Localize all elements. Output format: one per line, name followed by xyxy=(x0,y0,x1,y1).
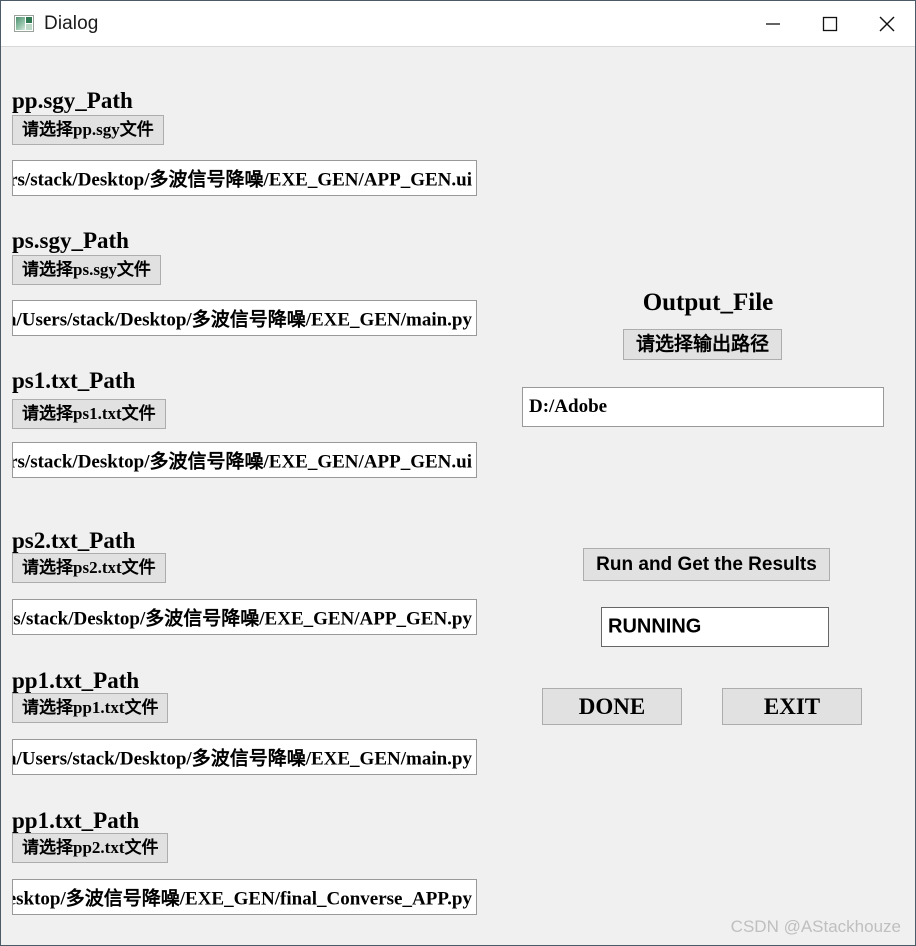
pp1-txt-path-value: ata/Users/stack/Desktop/多波信号降噪/EXE_GEN/m… xyxy=(12,748,472,770)
ps1-txt-path-field[interactable]: sers/stack/Desktop/多波信号降噪/EXE_GEN/APP_GE… xyxy=(12,442,477,478)
run-and-get-results-button[interactable]: Run and Get the Results xyxy=(583,548,830,581)
done-button[interactable]: DONE xyxy=(542,688,682,725)
exit-button[interactable]: EXIT xyxy=(722,688,862,725)
maximize-icon xyxy=(822,16,837,31)
choose-pp2-txt-button[interactable]: 请选择pp2.txt文件 xyxy=(12,833,169,863)
choose-ps1-txt-button[interactable]: 请选择ps1.txt文件 xyxy=(12,399,166,429)
close-button[interactable] xyxy=(858,1,915,46)
ps-sgy-path-value: ata/Users/stack/Desktop/多波信号降噪/EXE_GEN/m… xyxy=(12,309,472,331)
ps2-txt-path-value: ers/stack/Desktop/多波信号降噪/EXE_GEN/APP_GEN… xyxy=(12,608,472,630)
choose-ps2-txt-button[interactable]: 请选择ps2.txt文件 xyxy=(12,553,166,583)
app-window-icon xyxy=(14,15,34,32)
ps1-txt-path-value: sers/stack/Desktop/多波信号降噪/EXE_GEN/APP_GE… xyxy=(12,451,472,473)
choose-ps-sgy-button[interactable]: 请选择ps.sgy文件 xyxy=(12,255,161,285)
close-icon xyxy=(879,16,894,31)
choose-pp1-txt-button[interactable]: 请选择pp1.txt文件 xyxy=(12,693,169,723)
ps2-txt-path-field[interactable]: ers/stack/Desktop/多波信号降噪/EXE_GEN/APP_GEN… xyxy=(12,599,477,635)
choose-output-path-button[interactable]: 请选择输出路径 xyxy=(623,329,782,360)
output-path-field[interactable]: D:/Adobe xyxy=(522,387,884,427)
maximize-button[interactable] xyxy=(801,1,858,46)
pp2-txt-path-field[interactable]: Desktop/多波信号降噪/EXE_GEN/final_Converse_AP… xyxy=(12,879,477,915)
dialog-window: Dialog pp.sgy_Path 请选择pp.sgy文件 sers/stac… xyxy=(0,0,916,946)
group-label-pp2-txt: pp1.txt_Path xyxy=(12,808,140,833)
choose-pp-sgy-button[interactable]: 请选择pp.sgy文件 xyxy=(12,115,164,145)
status-value: RUNNING xyxy=(608,615,702,638)
group-label-ps-sgy: ps.sgy_Path xyxy=(12,228,129,253)
pp1-txt-path-field[interactable]: ata/Users/stack/Desktop/多波信号降噪/EXE_GEN/m… xyxy=(12,739,477,775)
file-inputs-panel: pp.sgy_Path 请选择pp.sgy文件 sers/stack/Deskt… xyxy=(1,47,501,945)
minimize-button[interactable] xyxy=(744,1,801,46)
output-and-actions-panel: Output_File 请选择输出路径 D:/Adobe Run and Get… xyxy=(501,47,915,945)
title-bar: Dialog xyxy=(1,1,915,47)
output-path-value: D:/Adobe xyxy=(529,396,608,417)
group-label-ps2-txt: ps2.txt_Path xyxy=(12,528,136,553)
window-controls xyxy=(744,1,915,46)
pp2-txt-path-value: Desktop/多波信号降噪/EXE_GEN/final_Converse_AP… xyxy=(12,888,472,910)
ps-sgy-path-field[interactable]: ata/Users/stack/Desktop/多波信号降噪/EXE_GEN/m… xyxy=(12,300,477,336)
csdn-watermark: CSDN @AStackhouze xyxy=(730,917,901,936)
status-field[interactable]: RUNNING xyxy=(601,607,829,647)
minimize-icon xyxy=(765,22,780,25)
group-label-ps1-txt: ps1.txt_Path xyxy=(12,368,136,393)
pp-sgy-path-field[interactable]: sers/stack/Desktop/多波信号降噪/EXE_GEN/APP_GE… xyxy=(12,160,477,196)
window-title: Dialog xyxy=(44,12,99,34)
output-file-title: Output_File xyxy=(642,289,774,316)
group-label-pp1-txt: pp1.txt_Path xyxy=(12,668,140,693)
group-label-pp-sgy: pp.sgy_Path xyxy=(12,88,133,113)
pp-sgy-path-value: sers/stack/Desktop/多波信号降噪/EXE_GEN/APP_GE… xyxy=(12,169,472,191)
